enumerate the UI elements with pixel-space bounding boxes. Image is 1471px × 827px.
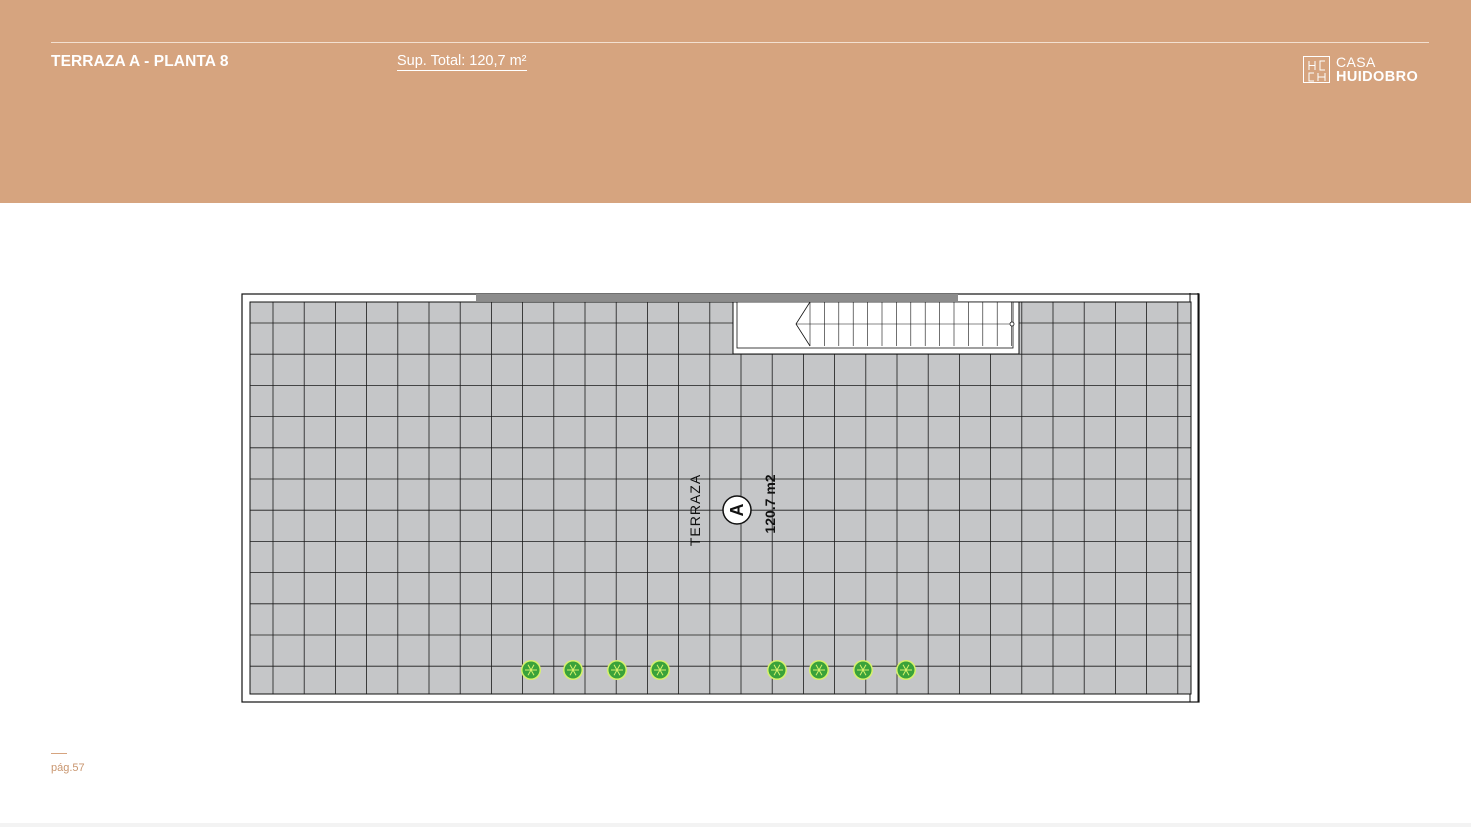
- unit-marker: A: [722, 495, 752, 525]
- floor-plan: TERRAZA A 120.7 m2: [240, 290, 1202, 705]
- header-divider: [51, 42, 1429, 43]
- plant-icon: [607, 660, 627, 680]
- monogram-icon: [1303, 56, 1330, 83]
- logo-text-huidobro: HUIDOBRO: [1336, 69, 1419, 85]
- area-label: 120.7 m2: [762, 474, 778, 533]
- page-number: pág.57: [51, 762, 85, 774]
- header-band: TERRAZA A - PLANTA 8 Sup. Total: 120,7 m…: [0, 0, 1471, 203]
- unit-marker-letter: A: [727, 504, 747, 517]
- room-label: TERRAZA: [687, 474, 703, 546]
- plant-icon: [896, 660, 916, 680]
- plant-icon: [650, 660, 670, 680]
- plant-icon: [767, 660, 787, 680]
- casa-huidobro-logo: CASA HUIDOBRO: [1303, 54, 1433, 88]
- plant-icon: [521, 660, 541, 680]
- footer-divider: [51, 753, 67, 754]
- top-railing: [476, 294, 958, 301]
- bottom-strip: [0, 823, 1471, 827]
- total-surface-label: Sup. Total: 120,7 m²: [397, 53, 527, 71]
- plant-icon: [853, 660, 873, 680]
- plant-icon: [809, 660, 829, 680]
- plant-icon: [563, 660, 583, 680]
- page-title: TERRAZA A - PLANTA 8: [51, 53, 229, 70]
- staircase: [732, 301, 1020, 355]
- logo-text-casa: CASA: [1336, 54, 1376, 70]
